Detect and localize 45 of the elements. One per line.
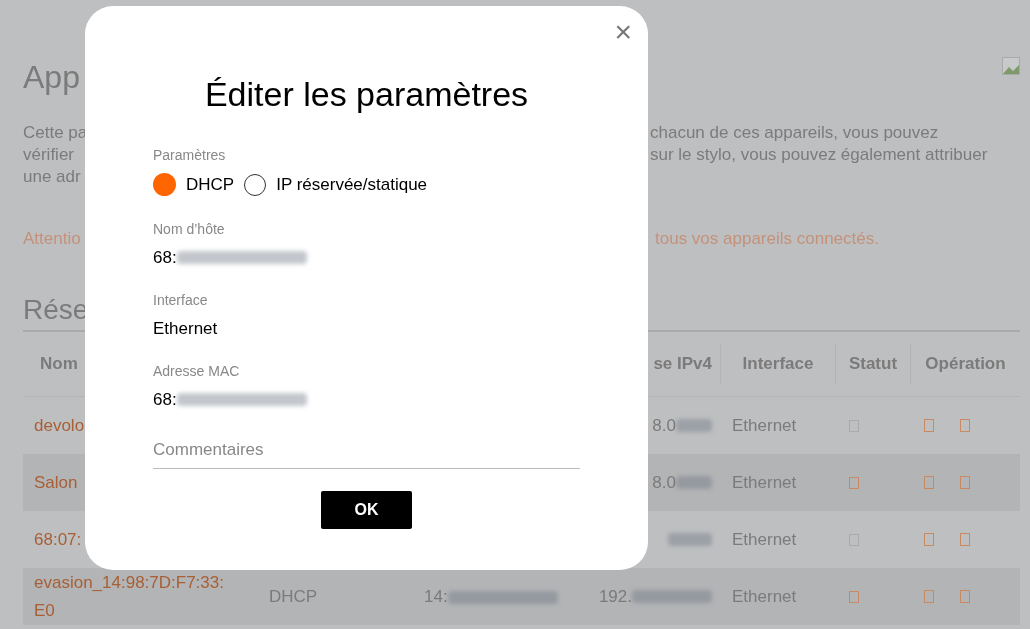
table-cell-text: 8.0 xyxy=(652,471,676,494)
radio-label: IP réservée/statique xyxy=(276,174,428,196)
warning-text: tous vos appareils connectés. xyxy=(655,228,880,250)
column-header: se IPv4 xyxy=(653,353,712,376)
square-icon[interactable] xyxy=(924,533,934,546)
ok-button[interactable]: OK xyxy=(321,490,412,529)
close-button[interactable]: × xyxy=(614,18,632,46)
field-label: Adresse MAC xyxy=(153,361,241,380)
paragraph-text: chacun de ces appareils, vous pouvez xyxy=(650,122,940,144)
table-cell: 14: xyxy=(424,586,448,606)
column-header: Opération xyxy=(925,353,1006,376)
table-cell-text: 8.0 xyxy=(652,414,676,437)
field-value: 68: xyxy=(153,246,177,269)
comment-field[interactable]: Commentaires xyxy=(153,432,580,469)
paragraph-text: une adr xyxy=(23,166,82,188)
square-icon[interactable] xyxy=(960,590,970,603)
table-cell-text: 192. xyxy=(598,585,632,608)
dialog-title: Éditer les paramètres xyxy=(203,74,530,114)
table-cell: Ethernet xyxy=(732,415,797,435)
radio-button[interactable] xyxy=(153,173,176,197)
radio-button[interactable] xyxy=(244,173,267,196)
device-name-link[interactable]: evasion_14:98:7D:F7:33:E0 xyxy=(34,568,230,625)
square-icon[interactable] xyxy=(960,533,970,546)
field-label: Interface xyxy=(153,290,209,309)
radio-label: DHCP xyxy=(186,174,235,196)
column-header: Interface xyxy=(742,353,814,376)
table-cell: Ethernet xyxy=(732,472,797,492)
column-header: Statut xyxy=(848,353,898,376)
square-icon[interactable] xyxy=(960,476,970,489)
page-title: App xyxy=(23,58,80,97)
warning-text: Attentio xyxy=(23,228,82,250)
field-label: Nom d’hôte xyxy=(153,219,226,238)
square-icon[interactable] xyxy=(924,590,934,603)
field-label: Paramètres xyxy=(153,146,227,164)
paragraph-text: sur le stylo, vous pouvez également attribuer xyxy=(650,144,989,166)
table-cell: DHCP xyxy=(269,586,318,606)
square-icon[interactable] xyxy=(924,419,934,432)
square-icon[interactable] xyxy=(924,476,934,489)
table-cell: Ethernet xyxy=(732,529,797,549)
field-value: 68: xyxy=(153,388,177,411)
square-icon[interactable] xyxy=(960,419,970,432)
paragraph-text: vérifier xyxy=(23,144,75,166)
column-header: Nom xyxy=(40,353,78,376)
broken-image-icon xyxy=(1002,57,1020,75)
table-cell: Ethernet xyxy=(732,586,797,606)
